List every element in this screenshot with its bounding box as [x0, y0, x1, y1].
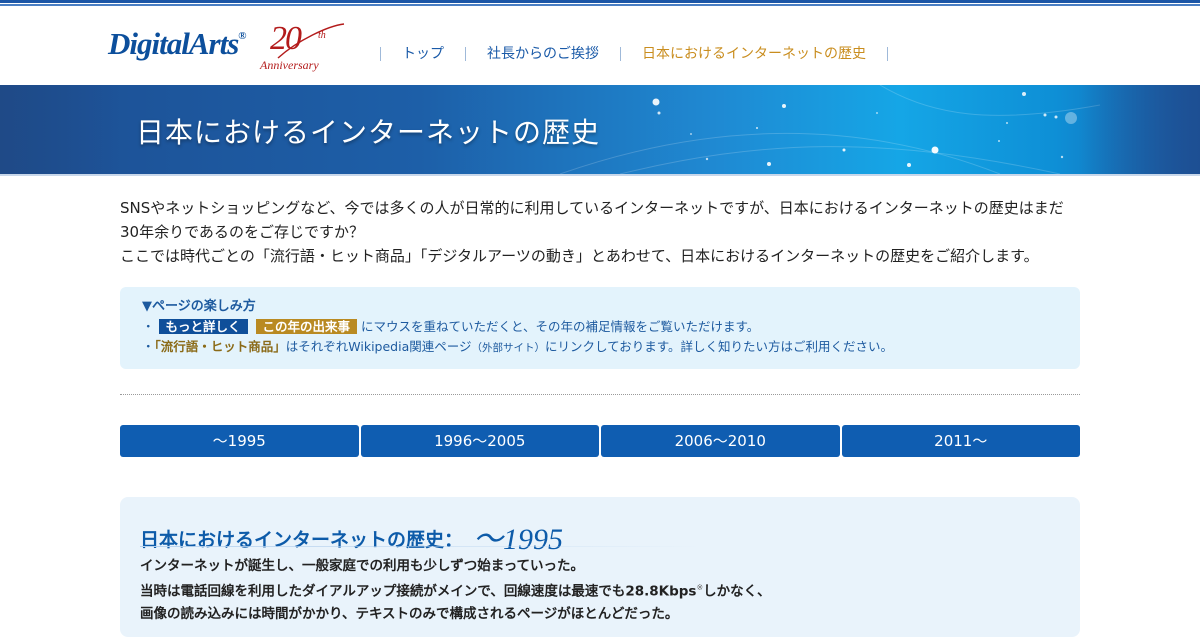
era-title: 日本におけるインターネットの歴史： ～1995: [140, 511, 564, 556]
era-title-rule: [140, 546, 700, 547]
era-year: ～1995: [473, 523, 564, 556]
banner-fade-right: [1080, 85, 1200, 174]
era-title-text: 日本におけるインターネットの歴史：: [140, 529, 464, 551]
how-to-line-2: ・「流行語・ヒット商品」はそれぞれWikipedia関連ページ（外部サイト）にリ…: [142, 337, 1080, 358]
banner-underline: [0, 174, 1200, 176]
section-divider: [120, 394, 1080, 395]
site-header: DigitalArts® 20 th Anniversary トップ 社長からの…: [0, 6, 1200, 85]
how-to-line-2-mid: はそれぞれWikipedia関連ページ: [285, 339, 472, 354]
tab-until-1995[interactable]: ～1995: [120, 425, 359, 457]
global-nav: トップ 社長からのご挨拶 日本におけるインターネットの歴史: [380, 44, 888, 64]
intro-line-2: ここでは時代ごとの「流行語・ヒット商品」「デジタルアーツの動き」とあわせて、日本…: [120, 247, 1039, 265]
anniversary-number: 20: [270, 20, 302, 57]
intro-line-1: SNSやネットショッピングなど、今では多くの人が日常的に利用しているインターネッ…: [120, 199, 1064, 241]
page-banner: 日本におけるインターネットの歴史: [0, 85, 1200, 174]
intro-text: SNSやネットショッピングなど、今では多くの人が日常的に利用しているインターネッ…: [120, 196, 1080, 268]
bullet: ・: [142, 339, 155, 354]
external-site-note: （外部サイト）: [471, 342, 546, 354]
tab-1996-2005[interactable]: 1996～2005: [360, 425, 599, 457]
nav-president-greeting[interactable]: 社長からのご挨拶: [466, 44, 620, 64]
era-section-1995: 日本におけるインターネットの歴史： ～1995 インターネットが誕生し、一般家庭…: [120, 497, 1080, 637]
how-to-line-1-text: にマウスを重ねていただくと、その年の補足情報をご覧いただけます。: [361, 319, 760, 334]
how-to-enjoy-box: ▼ページの楽しみ方 ・ もっと詳しく この年の出来事 にマウスを重ねていただくと、…: [120, 287, 1080, 369]
nav-separator: [887, 47, 888, 61]
nav-internet-history[interactable]: 日本におけるインターネットの歴史: [621, 44, 887, 64]
logo-text: DigitalArts: [108, 26, 239, 61]
era-tabs: ～1995 1996～2005 2006～2010 2011～: [120, 425, 1080, 457]
tab-2006-2010[interactable]: 2006～2010: [601, 425, 840, 457]
anniversary-word: Anniversary: [260, 58, 319, 72]
banner-fade-left: [0, 85, 120, 174]
anniversary-logo: 20 th Anniversary: [258, 20, 348, 76]
era-line-2-a: 当時は電話回線を利用したダイアルアップ接続がメインで、回線速度は最速でも28.8…: [140, 583, 697, 600]
bullet: ・: [142, 319, 155, 334]
era-line-1: インターネットが誕生し、一般家庭での利用も少しずつ始まっていった。: [140, 558, 585, 574]
page-title: 日本におけるインターネットの歴史: [136, 116, 601, 149]
how-to-line-1: ・ もっと詳しく この年の出来事 にマウスを重ねていただくと、その年の補足情報をご…: [142, 317, 1080, 337]
era-line-3: 画像の読み込みには時間がかかり、テキストのみで構成されるページがほとんどだった。: [140, 605, 679, 622]
more-details-tag: もっと詳しく: [158, 319, 248, 334]
era-line-2: 当時は電話回線を利用したダイアルアップ接続がメインで、回線速度は最速でも28.8…: [140, 577, 771, 603]
tab-2011-onward[interactable]: 2011～: [841, 425, 1080, 457]
era-line-2-b: しかなく、: [703, 583, 771, 600]
logo-registered-mark: ®: [238, 30, 246, 42]
era-description: インターネットが誕生し、一般家庭での利用も少しずつ始まっていった。 当時は電話回…: [140, 555, 771, 625]
how-to-line-2-rest: にリンクしております。詳しく知りたい方はご利用ください。: [545, 339, 894, 354]
year-events-tag: この年の出来事: [255, 319, 358, 334]
anniversary-suffix: th: [318, 30, 326, 41]
how-to-heading: ▼ページの楽しみ方: [142, 299, 256, 314]
trend-keyword: 「流行語・ヒット商品」: [154, 339, 286, 354]
nav-top[interactable]: トップ: [381, 44, 465, 64]
digitalarts-logo[interactable]: DigitalArts®: [108, 26, 247, 62]
